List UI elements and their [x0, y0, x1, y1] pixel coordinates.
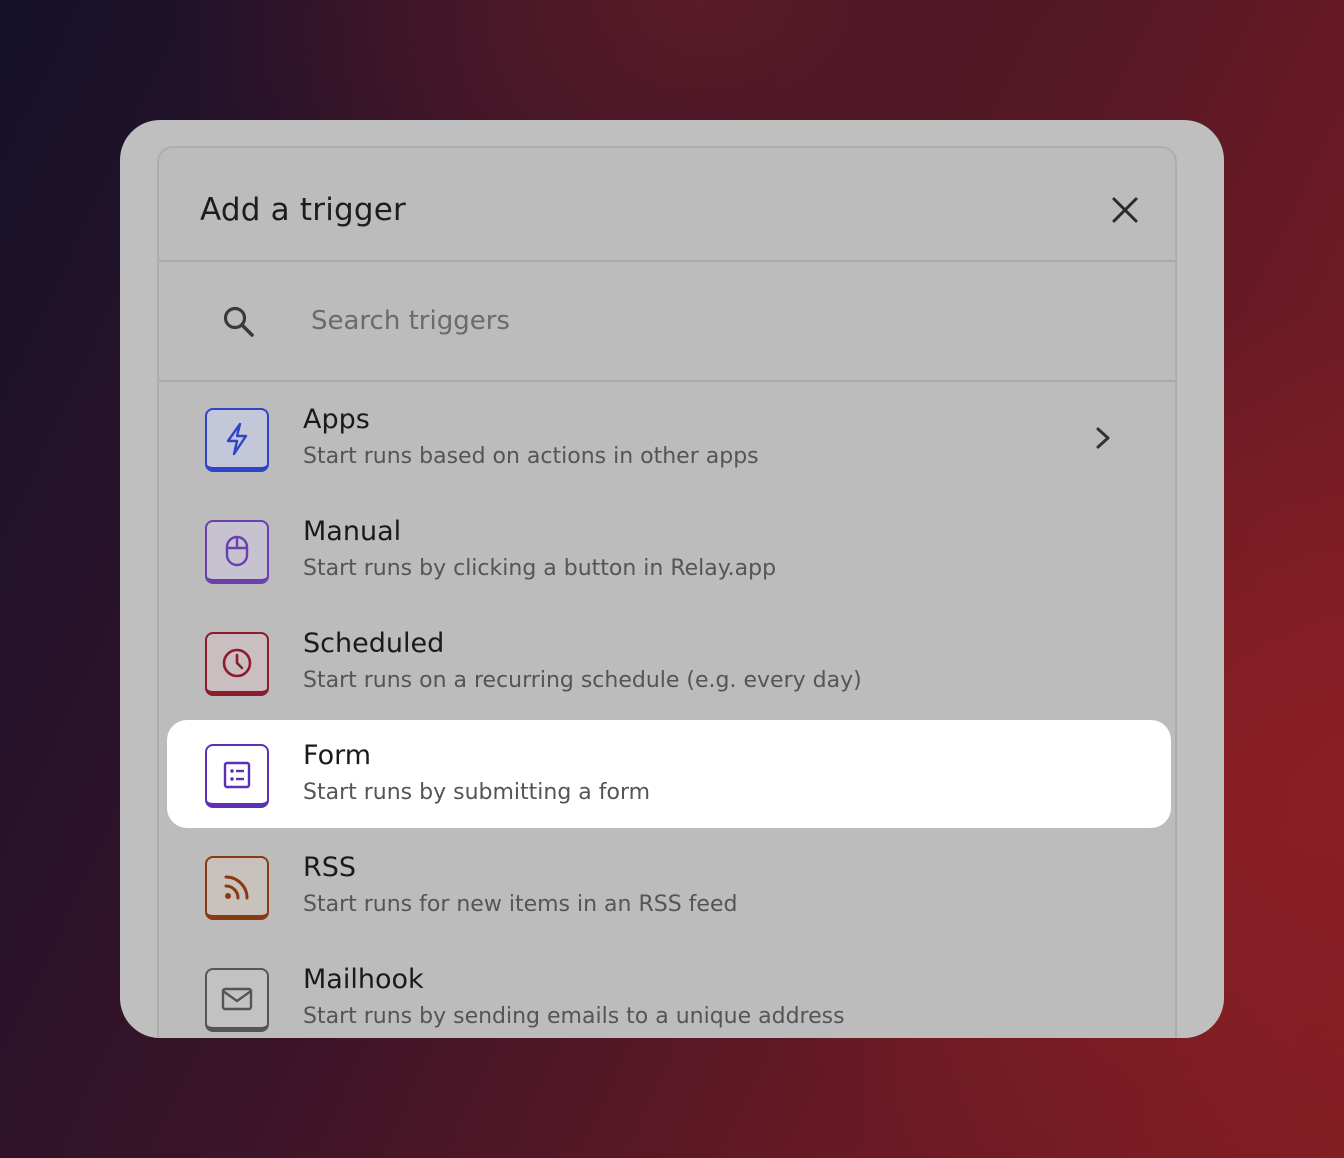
scheduled-icon-box — [205, 632, 269, 696]
mail-icon — [221, 987, 253, 1010]
trigger-description: Start runs by sending emails to a unique… — [303, 1004, 845, 1029]
rss-icon-box — [205, 856, 269, 920]
clock-icon — [222, 648, 252, 677]
form-icon — [223, 761, 251, 788]
lightning-icon — [226, 422, 248, 455]
trigger-name: Mailhook — [303, 964, 424, 995]
trigger-description: Start runs for new items in an RSS feed — [303, 892, 738, 917]
trigger-item-mailhook[interactable]: Mailhook Start runs by sending emails to… — [167, 944, 1171, 1038]
trigger-description: Start runs on a recurring schedule (e.g.… — [303, 668, 862, 693]
rss-icon — [224, 875, 249, 899]
trigger-description: Start runs based on actions in other app… — [303, 444, 759, 469]
trigger-name: Form — [303, 740, 372, 771]
chevron-right-icon — [1096, 427, 1110, 449]
mailhook-icon-box — [205, 968, 269, 1032]
search-bar — [159, 262, 1175, 382]
trigger-description: Start runs by submitting a form — [303, 780, 651, 805]
trigger-item-scheduled[interactable]: Scheduled Start runs on a recurring sche… — [167, 608, 1171, 716]
apps-icon-box — [205, 408, 269, 472]
trigger-name: Scheduled — [303, 628, 445, 659]
search-icon — [223, 306, 254, 337]
mouse-icon — [225, 535, 249, 566]
trigger-item-manual[interactable]: Manual Start runs by clicking a button i… — [167, 496, 1171, 604]
trigger-item-form[interactable]: Form Start runs by submitting a form — [167, 720, 1171, 828]
form-icon-box — [205, 744, 269, 808]
trigger-name: Apps — [303, 404, 370, 435]
trigger-item-apps[interactable]: Apps Start runs based on actions in othe… — [167, 384, 1171, 492]
trigger-name: Manual — [303, 516, 402, 547]
add-trigger-dialog: Add a trigger Apps Star — [157, 146, 1177, 1038]
search-input[interactable] — [309, 294, 1113, 348]
trigger-description: Start runs by clicking a button in Relay… — [303, 556, 777, 581]
manual-icon-box — [205, 520, 269, 584]
trigger-item-rss[interactable]: RSS Start runs for new items in an RSS f… — [167, 832, 1171, 940]
dialog-title: Add a trigger — [200, 192, 407, 228]
dialog-header: Add a trigger — [159, 148, 1175, 262]
close-icon[interactable] — [1109, 194, 1141, 226]
trigger-name: RSS — [303, 852, 357, 883]
dialog-frame: Add a trigger Apps Star — [120, 120, 1224, 1038]
